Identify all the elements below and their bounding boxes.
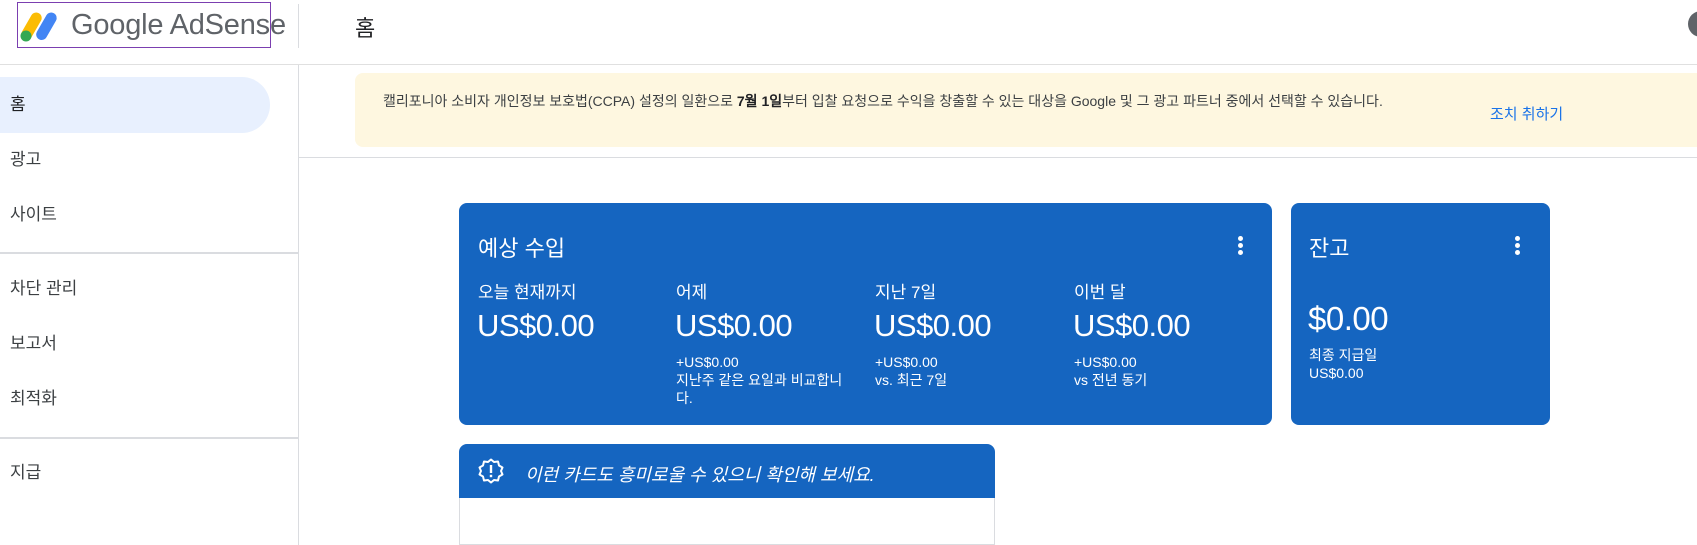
account-avatar[interactable]	[1688, 11, 1697, 37]
metric-change-value: +US$0.00	[1074, 354, 1137, 370]
metric-change-value: +US$0.00	[676, 354, 739, 370]
adsense-logo-icon	[20, 12, 57, 42]
metric-value-last-7-days: US$0.00	[874, 308, 992, 343]
ccpa-notice-banner: 캘리포니아 소비자 개인정보 보호법(CCPA) 설정의 일환으로 7월 1일부…	[355, 73, 1697, 147]
sidebar-item-ads[interactable]: 광고	[0, 132, 270, 188]
take-action-link[interactable]: 조치 취하기	[1490, 103, 1563, 124]
sidebar-item-blocking-controls[interactable]: 차단 관리	[0, 261, 270, 317]
banner-message: 캘리포니아 소비자 개인정보 보호법(CCPA) 설정의 일환으로 7월 1일부…	[383, 92, 1458, 110]
recommendation-text: 이런 카드도 흥미로울 수 있으니 확인해 보세요.	[525, 465, 875, 485]
recommendation-card: 이런 카드도 흥미로울 수 있으니 확인해 보세요.	[459, 444, 995, 545]
metric-change-last-7-days: +US$0.00 vs. 최근 7일	[875, 353, 1055, 389]
sidebar-item-sites[interactable]: 사이트	[0, 187, 270, 243]
metric-change-this-month: +US$0.00 vs 전년 동기	[1074, 353, 1254, 389]
metric-label-yesterday: 어제	[676, 283, 708, 302]
metric-change-yesterday: +US$0.00 지난주 같은 요일과 비교합니다.	[676, 353, 851, 407]
top-app-bar: Google AdSense 홈	[0, 0, 1697, 65]
metric-value-this-month: US$0.00	[1073, 308, 1191, 343]
banner-text-date: 7월 1일	[736, 93, 783, 109]
last-payment-amount: US$0.00	[1309, 365, 1364, 381]
metric-label-today: 오늘 현재까지	[478, 283, 577, 302]
metric-value-today: US$0.00	[477, 308, 595, 343]
alert-badge-icon	[478, 458, 504, 484]
page-title: 홈	[355, 16, 376, 41]
recommendation-card-body	[459, 498, 995, 545]
adsense-logo[interactable]: Google AdSense	[17, 2, 286, 48]
last-payment: 최종 지급일 US$0.00	[1309, 346, 1377, 382]
header-divider	[298, 4, 299, 48]
metric-change-note: vs. 최근 7일	[875, 372, 948, 388]
metric-value-yesterday: US$0.00	[675, 308, 793, 343]
metric-change-note: 지난주 같은 요일과 비교합니다.	[676, 372, 843, 406]
balance-card: 잔고 $0.00 최종 지급일 US$0.00	[1291, 203, 1550, 425]
balance-value: $0.00	[1308, 300, 1389, 337]
last-payment-label: 최종 지급일	[1309, 347, 1378, 363]
metric-change-value: +US$0.00	[875, 354, 938, 370]
more-vert-icon[interactable]	[1237, 236, 1243, 258]
content-divider	[299, 157, 1697, 158]
banner-text-after: 부터 입찰 요청으로 수익을 창출할 수 있는 대상을 Google 및 그 광…	[782, 93, 1383, 109]
sidebar-item-home[interactable]: 홈	[0, 77, 270, 133]
metric-label-this-month: 이번 달	[1074, 283, 1126, 302]
logo-text: Google AdSense	[71, 9, 286, 41]
sidebar-item-reports[interactable]: 보고서	[0, 316, 270, 372]
metric-label-last-7-days: 지난 7일	[875, 283, 937, 302]
more-vert-icon[interactable]	[1514, 236, 1520, 258]
metric-change-note: vs 전년 동기	[1074, 372, 1148, 388]
sidebar-divider	[0, 252, 298, 254]
sidebar-nav: 홈 광고 사이트 차단 관리 보고서 최적화 지급	[0, 65, 299, 545]
banner-text-before: 캘리포니아 소비자 개인정보 보호법(CCPA) 설정의 일환으로	[383, 93, 737, 109]
card-title: 예상 수입	[478, 236, 566, 261]
card-title: 잔고	[1309, 236, 1350, 261]
sidebar-divider	[0, 437, 298, 439]
sidebar-item-optimization[interactable]: 최적화	[0, 371, 270, 427]
estimated-earnings-card: 예상 수입 오늘 현재까지 US$0.00 어제 US$0.00 +US$0.0…	[459, 203, 1272, 425]
sidebar-item-payments[interactable]: 지급	[0, 445, 270, 501]
